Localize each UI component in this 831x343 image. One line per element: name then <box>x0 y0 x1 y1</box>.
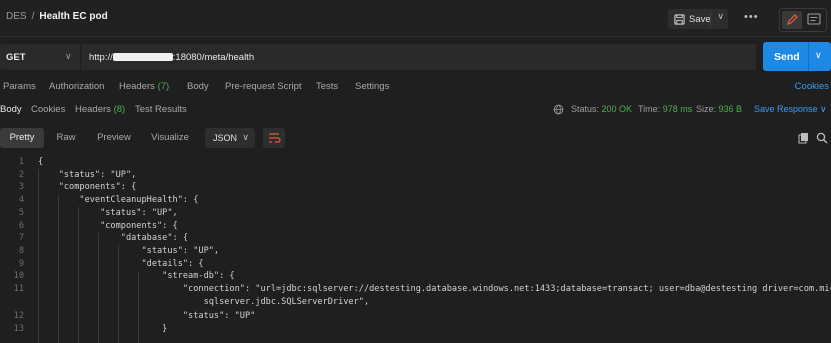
code-line: 6 "components": { <box>18 220 178 231</box>
search-icon[interactable] <box>816 132 828 144</box>
method-value: GET <box>6 52 26 63</box>
code-line: 4 "eventCleanupHealth": { <box>18 195 199 206</box>
tab-headers[interactable]: Headers (7) <box>119 81 169 92</box>
tab-params[interactable]: Params <box>3 81 36 92</box>
status-value: 200 OK <box>601 104 633 114</box>
method-chevron-icon: ∨ <box>65 51 72 61</box>
response-size: Size: 936 B <box>696 104 743 114</box>
send-button[interactable]: Send ∨ <box>763 42 831 71</box>
url-input[interactable]: http:// :18080/meta/health <box>81 44 756 70</box>
wrap-lines-button[interactable] <box>263 128 285 148</box>
code-line: 10 "stream-db": { <box>13 271 235 282</box>
copy-icon[interactable] <box>798 132 810 144</box>
wrap-lines-icon <box>269 133 281 143</box>
code-line: 11 "connection": "url=jdbc:sqlserver://d… <box>13 284 831 294</box>
response-view-toolbar: Pretty Raw Preview Visualize JSON ∨ <box>0 128 831 150</box>
save-divider <box>710 12 711 26</box>
more-actions-icon[interactable]: ••• <box>744 11 759 23</box>
response-tabs: Body Cookies Headers (8) Test Results St… <box>0 104 831 118</box>
time-value: 978 ms <box>662 104 693 114</box>
view-tab-raw[interactable]: Raw <box>50 128 82 148</box>
save-response-button[interactable]: Save Response ∨ <box>754 104 827 115</box>
breadcrumb: DES / Health EC pod <box>6 11 108 22</box>
save-button[interactable]: Save ∨ <box>668 9 728 29</box>
view-tab-pretty[interactable]: Pretty <box>0 128 44 148</box>
breadcrumb-separator: / <box>31 11 35 22</box>
response-headers-count: (8) <box>113 104 126 115</box>
send-label: Send <box>774 51 800 63</box>
code-line: 9 "details": { <box>18 258 204 269</box>
response-body-editor[interactable]: 1{ 2 "status": "UP", 3 "components": { 4… <box>0 157 831 343</box>
save-options-chevron-icon[interactable]: ∨ <box>717 11 724 22</box>
format-chevron-icon: ∨ <box>242 132 249 142</box>
response-time: Time: 978 ms <box>638 104 693 114</box>
request-tabs: Params Authorization Headers (7) Body Pr… <box>0 81 831 95</box>
tab-pre-request-script[interactable]: Pre-request Script <box>225 81 302 92</box>
method-select[interactable]: GET ∨ <box>0 44 80 70</box>
format-select[interactable]: JSON ∨ <box>205 128 255 148</box>
url-suffix: :18080/meta/health <box>172 52 255 63</box>
url-redaction <box>112 53 173 62</box>
save-label: Save <box>689 13 711 25</box>
globe-icon[interactable] <box>553 104 564 115</box>
documentation-mode-button[interactable] <box>804 11 824 29</box>
code-line: 7 "database": { <box>18 233 189 244</box>
save-icon <box>674 13 685 25</box>
tab-settings[interactable]: Settings <box>355 81 389 92</box>
url-prefix: http:// <box>89 52 113 63</box>
headers-count: (7) <box>157 81 170 92</box>
tab-authorization[interactable]: Authorization <box>49 81 104 92</box>
request-url-row: GET ∨ http:// :18080/meta/health Send ∨ <box>0 42 831 71</box>
top-bar: DES / Health EC pod Save ∨ ••• <box>0 0 831 37</box>
code-line: 2 "status": "UP", <box>18 169 137 180</box>
request-title[interactable]: Health EC pod <box>39 11 107 22</box>
pencil-icon <box>787 14 798 25</box>
tab-tests[interactable]: Tests <box>316 81 338 92</box>
view-tab-visualize[interactable]: Visualize <box>145 128 195 148</box>
code-line: 3 "components": { <box>18 182 137 193</box>
send-divider <box>808 42 809 71</box>
comment-icon <box>807 13 821 25</box>
breadcrumb-parent[interactable]: DES <box>6 11 27 22</box>
code-line: sqlserver.jdbc.SQLServerDriver", <box>38 296 370 307</box>
code-line: 13 } <box>13 324 168 334</box>
response-tab-body[interactable]: Body <box>0 104 22 115</box>
response-tab-headers[interactable]: Headers (8) <box>75 104 125 115</box>
code-line: 1{ <box>18 157 44 167</box>
response-tab-test-results[interactable]: Test Results <box>135 104 187 115</box>
cookies-link[interactable]: Cookies <box>795 81 829 92</box>
response-tab-cookies[interactable]: Cookies <box>31 104 65 115</box>
code-line: 8 "status": "UP", <box>18 245 220 256</box>
tab-body[interactable]: Body <box>187 81 209 92</box>
send-options-chevron-icon[interactable]: ∨ <box>815 50 822 61</box>
view-tab-preview[interactable]: Preview <box>90 128 138 148</box>
mode-toggle <box>779 8 827 32</box>
response-status: Status: 200 OK <box>571 104 633 114</box>
code-line: 12 "status": "UP" <box>13 311 256 321</box>
edit-mode-button[interactable] <box>782 11 802 29</box>
code-line: 5 "status": "UP", <box>18 207 178 218</box>
format-value: JSON <box>213 133 238 143</box>
size-value: 936 B <box>718 104 743 114</box>
